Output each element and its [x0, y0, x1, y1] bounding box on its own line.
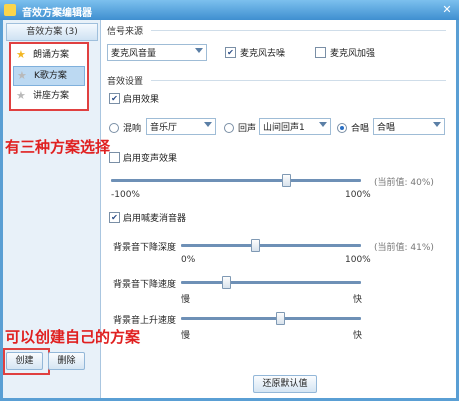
chevron-down-icon — [433, 122, 441, 127]
divider — [151, 80, 446, 81]
chevron-down-icon — [319, 122, 327, 127]
title-bar: 音效方案编辑器 ✕ — [0, 0, 459, 20]
bg-depth-label: 背景音下降深度 — [113, 243, 177, 253]
bg-up-speed-slider-track[interactable] — [181, 317, 361, 320]
voice-change-slider-thumb[interactable] — [282, 174, 291, 187]
echo-select[interactable]: 山间回声1 — [259, 118, 331, 135]
bg-up-speed-slider-thumb[interactable] — [276, 312, 285, 325]
bg-up-slow-label: 慢 — [181, 331, 191, 341]
app-icon — [4, 4, 16, 16]
restore-defaults-button[interactable]: 还原默认值 — [253, 375, 317, 393]
vocal-remover-checkbox[interactable]: ✔ — [109, 212, 120, 223]
boost-label: 麦克风加强 — [330, 49, 376, 59]
voice-min-label: -100% — [111, 190, 140, 200]
scheme-item-karaoke[interactable]: ★ K歌方案 — [13, 66, 85, 86]
denoise-label: 麦克风去噪 — [240, 49, 286, 59]
signal-source-value: 麦克风音量 — [111, 49, 157, 59]
reverb-label: 混响 — [123, 124, 142, 134]
bg-up-speed-label: 背景音上升速度 — [113, 316, 177, 326]
settings-content: 信号来源 麦克风音量 ✔ 麦克风去噪 麦克风加强 音效设置 ✔ 启用效果 混响 … — [101, 20, 456, 398]
signal-source-select[interactable]: 麦克风音量 — [107, 44, 207, 61]
voice-max-label: 100% — [345, 190, 371, 200]
reverb-select[interactable]: 音乐厅 — [146, 118, 216, 135]
reverb-value: 音乐厅 — [150, 123, 178, 133]
divider — [151, 30, 446, 31]
bg-down-speed-slider-thumb[interactable] — [222, 276, 231, 289]
echo-label: 回声 — [238, 124, 257, 134]
bg-depth-min-label: 0% — [181, 255, 196, 265]
effects-title: 音效设置 — [107, 77, 144, 87]
scheme-list-header[interactable]: 音效方案 (3) — [6, 23, 98, 41]
chorus-label: 合唱 — [351, 124, 370, 134]
signal-source-title: 信号来源 — [107, 27, 144, 37]
chevron-down-icon — [195, 48, 203, 53]
create-button[interactable]: 创建 — [6, 352, 43, 370]
reverb-radio[interactable] — [109, 123, 119, 133]
bg-down-fast-label: 快 — [353, 295, 363, 305]
bg-depth-current-value: (当前值: 41%) — [374, 243, 434, 253]
star-icon: ★ — [17, 69, 27, 82]
bg-down-slow-label: 慢 — [181, 295, 191, 305]
close-icon[interactable]: ✕ — [439, 3, 455, 17]
scheme-item-label: K歌方案 — [34, 71, 67, 81]
chorus-select[interactable]: 合唱 — [373, 118, 445, 135]
annotation-create-scheme: 可以创建自己的方案 — [5, 328, 141, 346]
star-icon: ★ — [16, 48, 26, 61]
star-icon: ★ — [16, 89, 26, 102]
voice-change-slider-track[interactable] — [111, 179, 361, 182]
scheme-item-label: 讲座方案 — [33, 91, 70, 101]
client-area: 音效方案 (3) ★ 朗诵方案 ★ K歌方案 ★ 讲座方案 创建 删除 信号来源… — [3, 20, 456, 398]
echo-radio[interactable] — [224, 123, 234, 133]
voice-change-label: 启用变声效果 — [123, 154, 178, 164]
bg-down-speed-label: 背景音下降速度 — [113, 280, 177, 290]
chevron-down-icon — [204, 122, 212, 127]
vocal-remover-label: 启用喊麦消音器 — [123, 214, 187, 224]
enable-effect-label: 启用效果 — [123, 95, 160, 105]
scheme-list: ★ 朗诵方案 ★ K歌方案 ★ 讲座方案 — [9, 42, 89, 111]
annotation-scheme-choices: 有三种方案选择 — [5, 138, 111, 156]
scheme-item-label: 朗诵方案 — [33, 50, 70, 60]
audio-scheme-editor-window: 音效方案编辑器 ✕ 音效方案 (3) ★ 朗诵方案 ★ K歌方案 ★ 讲座方案 — [0, 0, 459, 401]
echo-value: 山间回声1 — [263, 123, 305, 133]
chorus-value: 合唱 — [377, 123, 396, 133]
enable-effect-checkbox[interactable]: ✔ — [109, 93, 120, 104]
bg-down-speed-slider-track[interactable] — [181, 281, 361, 284]
denoise-checkbox[interactable]: ✔ — [225, 47, 236, 58]
scheme-item-recitation[interactable]: ★ 朗诵方案 — [13, 46, 83, 64]
bg-depth-slider-track[interactable] — [181, 244, 361, 247]
window-title: 音效方案编辑器 — [22, 8, 92, 19]
voice-change-checkbox[interactable] — [109, 152, 120, 163]
bg-depth-max-label: 100% — [345, 255, 371, 265]
scheme-item-lecture[interactable]: ★ 讲座方案 — [13, 87, 83, 105]
voice-current-value: (当前值: 40%) — [374, 178, 434, 188]
chorus-radio[interactable] — [337, 123, 347, 133]
delete-button[interactable]: 删除 — [48, 352, 85, 370]
bg-up-fast-label: 快 — [353, 331, 363, 341]
boost-checkbox[interactable] — [315, 47, 326, 58]
bg-depth-slider-thumb[interactable] — [250, 239, 260, 252]
